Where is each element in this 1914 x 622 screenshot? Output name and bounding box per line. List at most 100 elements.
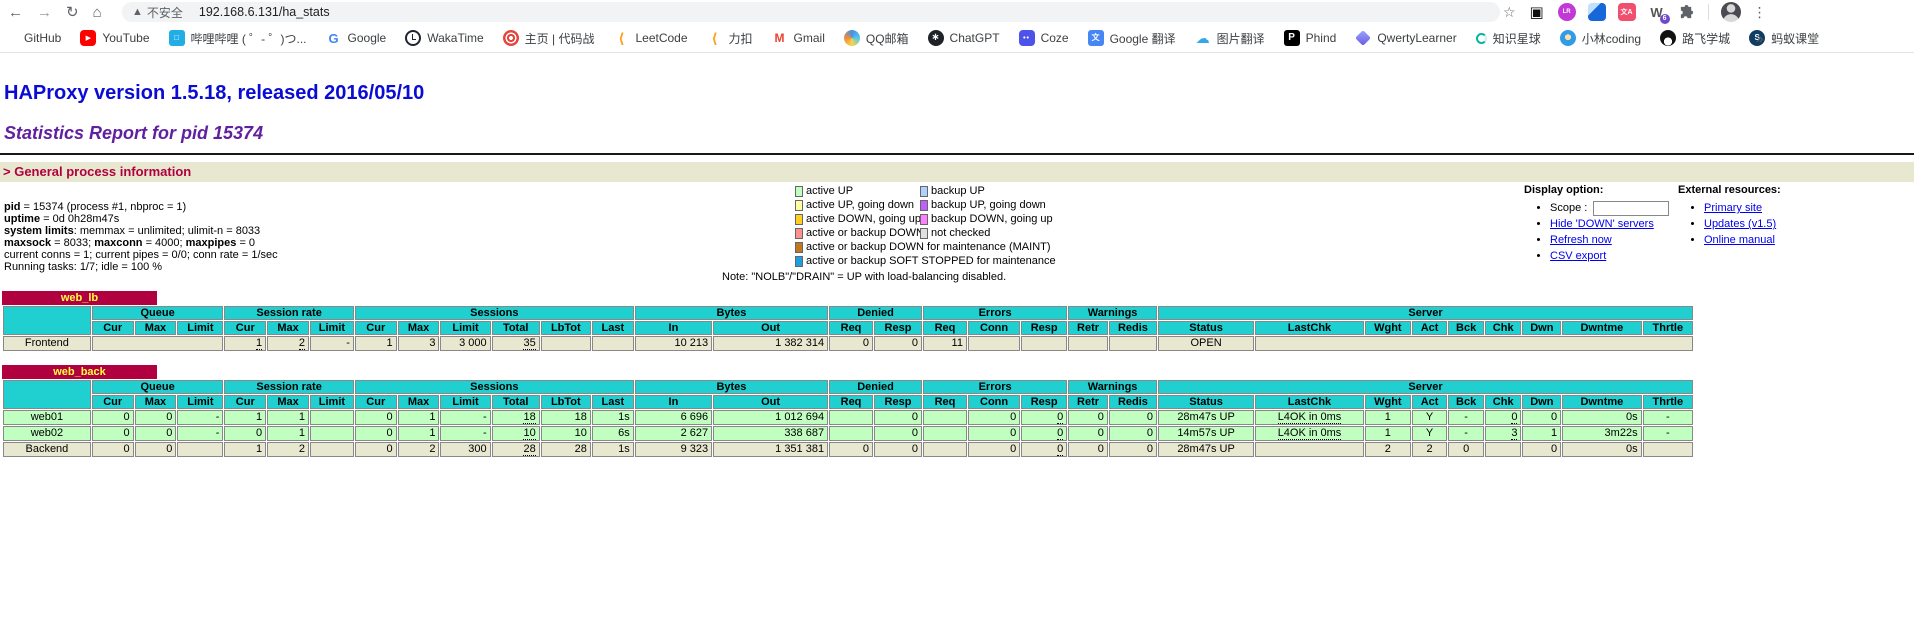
column-header-act: Act xyxy=(1412,321,1448,335)
bookmarks-overflow-chevron[interactable]: » xyxy=(1756,24,1763,52)
cell-value-tooltip: L4OK in 0ms xyxy=(1278,411,1342,424)
option-item: Refresh now xyxy=(1550,232,1669,248)
bookmark-label: 图片翻译 xyxy=(1217,30,1265,47)
wakatime-favicon xyxy=(405,30,421,46)
haproxy-version-link[interactable]: HAProxy version 1.5.18, released 2016/05… xyxy=(4,82,424,105)
bookmark-chatgpt[interactable]: ∗ChatGPT xyxy=(928,30,1000,46)
qwerty-favicon xyxy=(1355,30,1371,46)
bookmark-bilibili[interactable]: □哔哩哔哩 ( ゜- ゜)つ... xyxy=(169,30,307,47)
column-header-status: Status xyxy=(1158,321,1254,335)
profile-avatar[interactable] xyxy=(1721,2,1741,22)
gtranslate-favicon: 文 xyxy=(1088,30,1104,46)
codewar-favicon xyxy=(503,30,519,46)
bookmark-coze[interactable]: ••Coze xyxy=(1019,30,1069,46)
cell: 0 xyxy=(1021,442,1067,457)
column-header-redis: Redis xyxy=(1109,321,1157,335)
option-link[interactable]: CSV export xyxy=(1550,250,1606,262)
cell: 0 xyxy=(92,410,134,425)
column-group-bytes: Bytes xyxy=(635,380,828,394)
table-corner-cell xyxy=(3,306,91,335)
bookmark-label: LeetCode xyxy=(635,31,687,45)
forward-icon[interactable]: → xyxy=(37,5,52,20)
xiaolin-favicon xyxy=(1560,30,1576,46)
cell: 0 xyxy=(355,442,397,457)
resource-link[interactable]: Online manual xyxy=(1704,234,1775,246)
cell: 28 xyxy=(492,442,540,457)
column-group-denied: Denied xyxy=(829,306,922,320)
cell: 0 xyxy=(1448,442,1484,457)
column-header-retr: Retr xyxy=(1068,395,1108,409)
reload-icon[interactable]: ↻ xyxy=(66,5,79,20)
cell: 1 xyxy=(224,336,266,351)
bookmark-google[interactable]: GGoogle xyxy=(326,30,387,46)
bookmark-github[interactable]: GitHub xyxy=(24,30,61,46)
bookmark-gmail[interactable]: MGmail xyxy=(772,30,825,46)
cell: 0 xyxy=(968,442,1020,457)
cell: 1s xyxy=(592,442,634,457)
column-header-lastchk: LastChk xyxy=(1255,321,1364,335)
stats-table-web_back: QueueSession rateSessionsBytesDeniedErro… xyxy=(2,379,1694,458)
back-icon[interactable]: ← xyxy=(8,5,23,20)
column-header-limit: Limit xyxy=(177,395,223,409)
column-header-cur: Cur xyxy=(92,395,134,409)
bookmark-gtranslate[interactable]: 文Google 翻译 xyxy=(1088,30,1176,47)
cell: 2 xyxy=(267,336,309,351)
bookmark-leetcode2[interactable]: ⟨力扣 xyxy=(707,30,753,47)
display-option-list: Scope : Hide 'DOWN' serversRefresh nowCS… xyxy=(1524,200,1669,264)
cell xyxy=(1021,336,1067,351)
cell: 0 xyxy=(968,410,1020,425)
security-chip[interactable]: ▲ 不安全 xyxy=(132,4,183,21)
bookmark-codewar[interactable]: 主页 | 代码战 xyxy=(503,30,595,47)
lr-extension-icon[interactable]: LR xyxy=(1558,3,1576,21)
resource-item: Online manual xyxy=(1704,232,1781,248)
bookmark-imgtranslate[interactable]: ☁图片翻译 xyxy=(1195,30,1265,47)
bookmark-zsxq[interactable]: 知识星球 xyxy=(1476,30,1541,47)
home-icon[interactable]: ⌂ xyxy=(93,5,102,20)
column-group-warnings: Warnings xyxy=(1068,380,1157,394)
bookmark-youtube[interactable]: ▶YouTube xyxy=(80,30,149,46)
cell: 1 xyxy=(1365,410,1411,425)
proxy-name-tab-web-back[interactable]: web_back xyxy=(2,365,157,379)
browser-menu-icon[interactable]: ⋮ xyxy=(1753,4,1767,21)
bookmark-xiaolin[interactable]: 小林coding xyxy=(1560,30,1641,47)
scope-input[interactable] xyxy=(1593,201,1669,216)
option-item: CSV export xyxy=(1550,248,1669,264)
option-link[interactable]: Hide 'DOWN' servers xyxy=(1550,218,1654,230)
column-header-lbtot: LbTot xyxy=(541,395,591,409)
browser-toolbar: ← → ↻ ⌂ ▲ 不安全 192.168.6.131/ha_stats ☆ ▣… xyxy=(0,0,1914,24)
option-link[interactable]: Refresh now xyxy=(1550,234,1612,246)
bookmark-luffy[interactable]: 路飞学城 xyxy=(1660,30,1730,47)
cell xyxy=(1109,336,1157,351)
bookmarks-bar: GitHub ▶YouTube □哔哩哔哩 ( ゜- ゜)つ... GGoogle Wa… xyxy=(0,24,1914,53)
bookmark-wakatime[interactable]: WakaTime xyxy=(405,30,483,46)
process-info-line: pid = 15374 (process #1, nbproc = 1) xyxy=(4,201,278,213)
bookmark-label: Phind xyxy=(1306,31,1337,45)
column-header-dwntme: Dwntme xyxy=(1562,321,1641,335)
translate-extension-icon[interactable]: 文A xyxy=(1618,3,1636,21)
bookmark-qqmail[interactable]: QQ邮箱 xyxy=(844,30,909,47)
cell-value-tooltip: 3 xyxy=(1511,427,1517,440)
bookmark-leetcode[interactable]: ⟨LeetCode xyxy=(613,30,687,46)
address-bar[interactable]: ▲ 不安全 192.168.6.131/ha_stats xyxy=(122,2,1500,22)
bookmark-label: 知识星球 xyxy=(1493,30,1541,47)
column-header-limit: Limit xyxy=(440,321,490,335)
resource-link[interactable]: Primary site xyxy=(1704,202,1762,214)
extensions-puzzle-icon[interactable] xyxy=(1678,3,1696,21)
legend-row: active or backup DOWN for maintenance (M… xyxy=(795,241,1056,255)
screenshot-extension-icon[interactable]: ▣ xyxy=(1528,3,1546,21)
bookmark-qwerty[interactable]: QwertyLearner xyxy=(1355,30,1456,46)
external-resources-list: Primary site Updates (v1.5) Online manual xyxy=(1678,200,1781,248)
bookmark-phind[interactable]: PPhind xyxy=(1284,30,1337,46)
proxy-name-tab-web-lb[interactable]: web_lb xyxy=(2,291,157,305)
column-header-last: Last xyxy=(592,395,634,409)
resource-link[interactable]: Updates (v1.5) xyxy=(1704,218,1776,230)
bookmark-star-icon[interactable]: ☆ xyxy=(1503,4,1516,21)
column-header-resp: Resp xyxy=(1021,395,1067,409)
bookmark-label: 主页 | 代码战 xyxy=(525,30,595,47)
column-header-limit: Limit xyxy=(310,321,354,335)
blue-extension-icon[interactable] xyxy=(1588,3,1606,21)
legend-row: active UP, going downbackup UP, going do… xyxy=(795,199,1056,213)
column-group-errors: Errors xyxy=(923,380,1067,394)
wappalyzer-extension-icon[interactable]: W6 xyxy=(1648,3,1666,21)
cell: - xyxy=(440,410,490,425)
